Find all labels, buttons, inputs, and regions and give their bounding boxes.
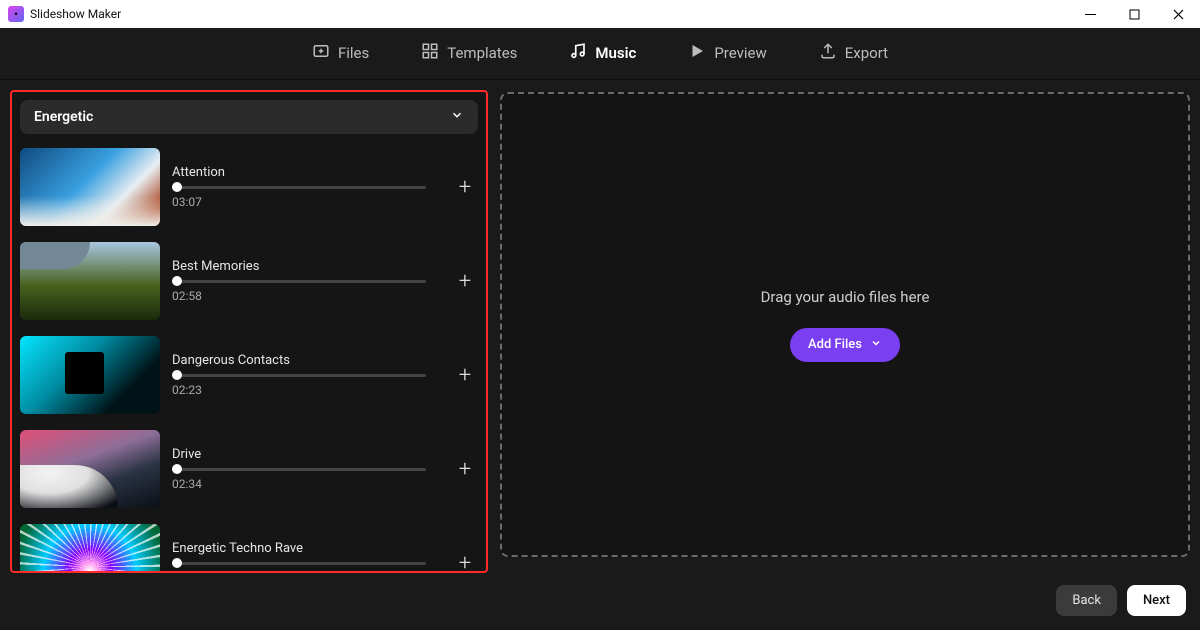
add-files-label: Add Files (808, 337, 862, 352)
add-track-button[interactable]: + (452, 456, 478, 482)
progress-handle[interactable] (172, 558, 182, 568)
chevron-down-icon (870, 337, 882, 353)
track-row: Attention 03:07 + (20, 148, 478, 226)
track-thumbnail[interactable] (20, 242, 160, 320)
back-button[interactable]: Back (1056, 585, 1117, 616)
minimize-button[interactable] (1068, 0, 1112, 28)
main-nav: Files Templates Music Preview Export (0, 28, 1200, 80)
nav-music-label: Music (595, 44, 636, 62)
track-duration: 02:58 (172, 289, 440, 303)
track-progress[interactable] (172, 280, 426, 283)
music-category-dropdown[interactable]: Energetic (20, 100, 478, 134)
track-list: Attention 03:07 + Best Memories 02:58 + (20, 148, 478, 573)
close-button[interactable] (1156, 0, 1200, 28)
track-thumbnail[interactable] (20, 430, 160, 508)
play-icon (688, 42, 706, 64)
track-duration: 03:07 (172, 195, 440, 209)
progress-handle[interactable] (172, 276, 182, 286)
add-track-button[interactable]: + (452, 268, 478, 294)
nav-export-label: Export (845, 44, 888, 62)
music-library-panel: Energetic Attention 03:07 + (10, 90, 488, 573)
track-title: Energetic Techno Rave (172, 541, 440, 556)
audio-dropzone[interactable]: Drag your audio files here Add Files (500, 92, 1190, 557)
add-files-button[interactable]: Add Files (790, 328, 900, 362)
files-plus-icon (312, 42, 330, 64)
progress-handle[interactable] (172, 464, 182, 474)
window-title: Slideshow Maker (30, 7, 121, 21)
track-title: Dangerous Contacts (172, 353, 440, 368)
track-progress[interactable] (172, 374, 426, 377)
progress-handle[interactable] (172, 182, 182, 192)
app-icon (8, 6, 24, 22)
dropzone-hint: Drag your audio files here (761, 288, 930, 306)
nav-preview-label: Preview (714, 44, 766, 62)
track-title: Attention (172, 165, 440, 180)
window-titlebar: Slideshow Maker (0, 0, 1200, 28)
track-duration: 02:23 (172, 383, 440, 397)
track-thumbnail[interactable] (20, 148, 160, 226)
templates-icon (421, 42, 439, 64)
track-duration: 02:14 (172, 571, 440, 573)
nav-preview[interactable]: Preview (686, 38, 768, 68)
nav-files[interactable]: Files (310, 38, 371, 68)
add-track-button[interactable]: + (452, 362, 478, 388)
nav-music[interactable]: Music (567, 38, 638, 68)
maximize-button[interactable] (1112, 0, 1156, 28)
track-progress[interactable] (172, 186, 426, 189)
track-title: Drive (172, 447, 440, 462)
track-duration: 02:34 (172, 477, 440, 491)
track-row: Best Memories 02:58 + (20, 242, 478, 320)
track-row: Drive 02:34 + (20, 430, 478, 508)
add-track-button[interactable]: + (452, 174, 478, 200)
progress-handle[interactable] (172, 370, 182, 380)
nav-templates[interactable]: Templates (419, 38, 519, 68)
add-track-button[interactable]: + (452, 550, 478, 573)
track-thumbnail[interactable] (20, 524, 160, 573)
track-row: Dangerous Contacts 02:23 + (20, 336, 478, 414)
nav-files-label: Files (338, 44, 369, 62)
nav-export[interactable]: Export (817, 38, 890, 68)
track-progress[interactable] (172, 562, 426, 565)
track-progress[interactable] (172, 468, 426, 471)
music-note-icon (569, 42, 587, 64)
track-row: Energetic Techno Rave 02:14 + (20, 524, 478, 573)
chevron-down-icon (450, 108, 464, 126)
track-thumbnail[interactable] (20, 336, 160, 414)
export-icon (819, 42, 837, 64)
track-title: Best Memories (172, 259, 440, 274)
nav-templates-label: Templates (447, 44, 517, 62)
music-category-label: Energetic (34, 109, 93, 125)
next-button[interactable]: Next (1127, 585, 1186, 616)
